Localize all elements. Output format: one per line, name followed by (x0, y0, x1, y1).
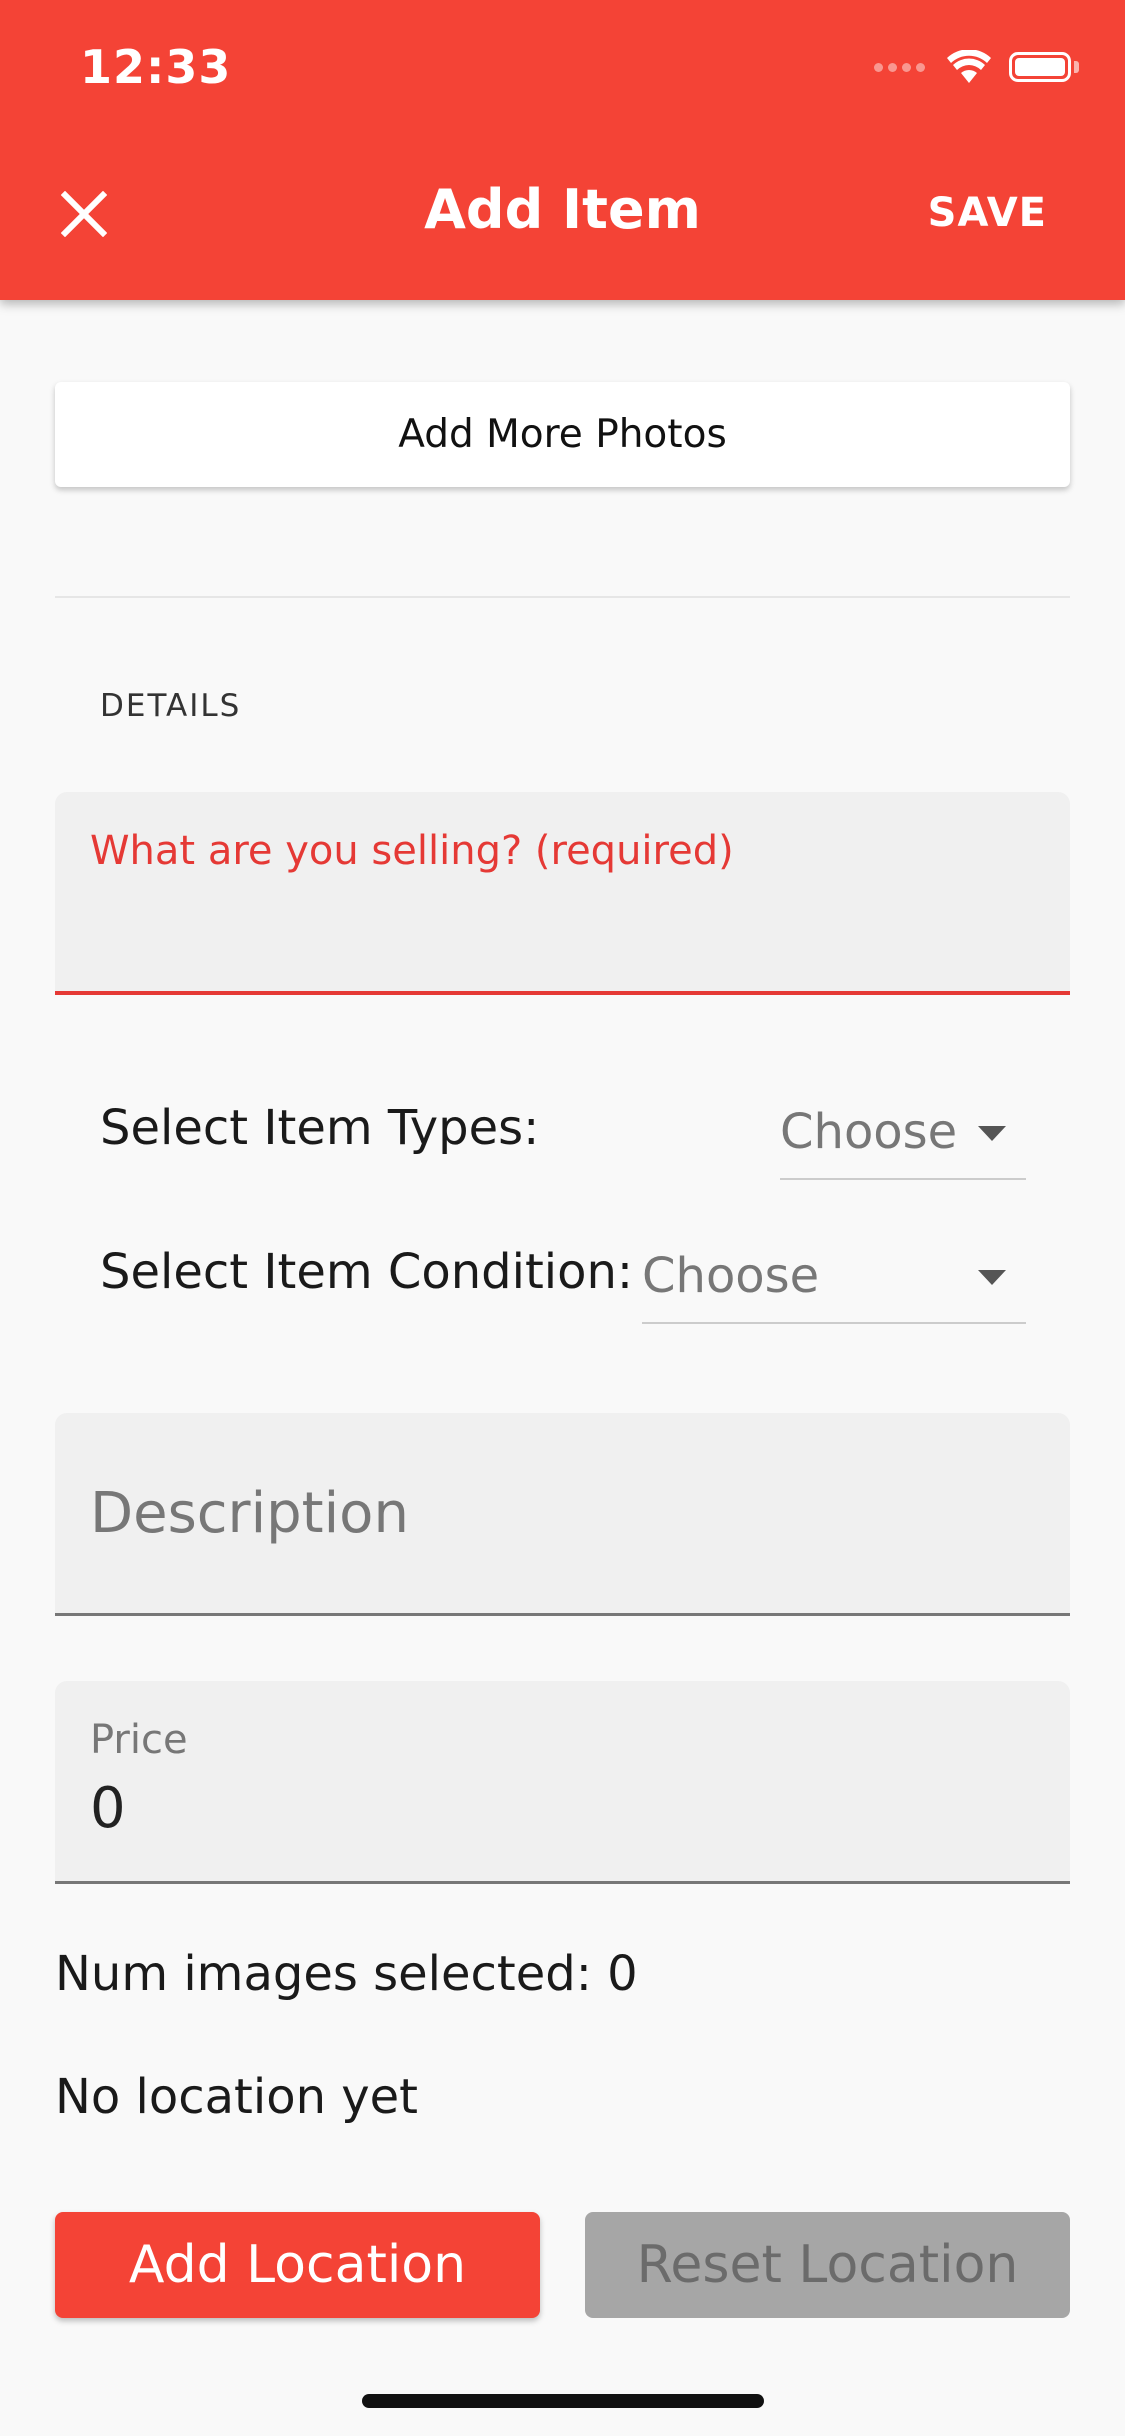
location-status-text: No location yet (55, 2069, 418, 2125)
divider (55, 596, 1070, 598)
add-more-photos-button[interactable]: Add More Photos (55, 382, 1070, 487)
item-types-dropdown[interactable]: Choose (780, 1100, 1026, 1180)
description-field[interactable]: Description (55, 1413, 1070, 1616)
home-indicator[interactable] (362, 2394, 764, 2408)
save-button[interactable]: SAVE (928, 190, 1047, 236)
dropdown-arrow-icon (978, 1126, 1006, 1141)
add-location-button[interactable]: Add Location (55, 2212, 540, 2318)
app-bar: 12:33 Add Item SAVE (0, 0, 1125, 300)
cellular-signal-icon (869, 62, 925, 72)
dropdown-arrow-icon (978, 1270, 1006, 1285)
reset-location-button[interactable]: Reset Location (585, 2212, 1070, 2318)
price-value: 0 (90, 1776, 126, 1841)
details-section-header: DETAILS (100, 688, 242, 724)
status-icons (869, 50, 1079, 84)
item-types-label: Select Item Types: (100, 1100, 540, 1156)
price-label: Price (90, 1717, 188, 1763)
item-name-label: What are you selling? (required) (90, 828, 734, 874)
num-images-text: Num images selected: 0 (55, 1946, 638, 2002)
item-name-field[interactable]: What are you selling? (required) (55, 792, 1070, 995)
description-label: Description (90, 1481, 409, 1546)
status-time: 12:33 (80, 40, 232, 94)
item-types-value: Choose (780, 1104, 958, 1160)
item-condition-dropdown[interactable]: Choose (642, 1244, 1026, 1324)
battery-icon (1009, 52, 1071, 82)
item-condition-label: Select Item Condition: (100, 1244, 634, 1300)
wifi-icon (947, 50, 991, 83)
price-field[interactable]: Price 0 (55, 1681, 1070, 1884)
item-condition-value: Choose (642, 1248, 820, 1304)
